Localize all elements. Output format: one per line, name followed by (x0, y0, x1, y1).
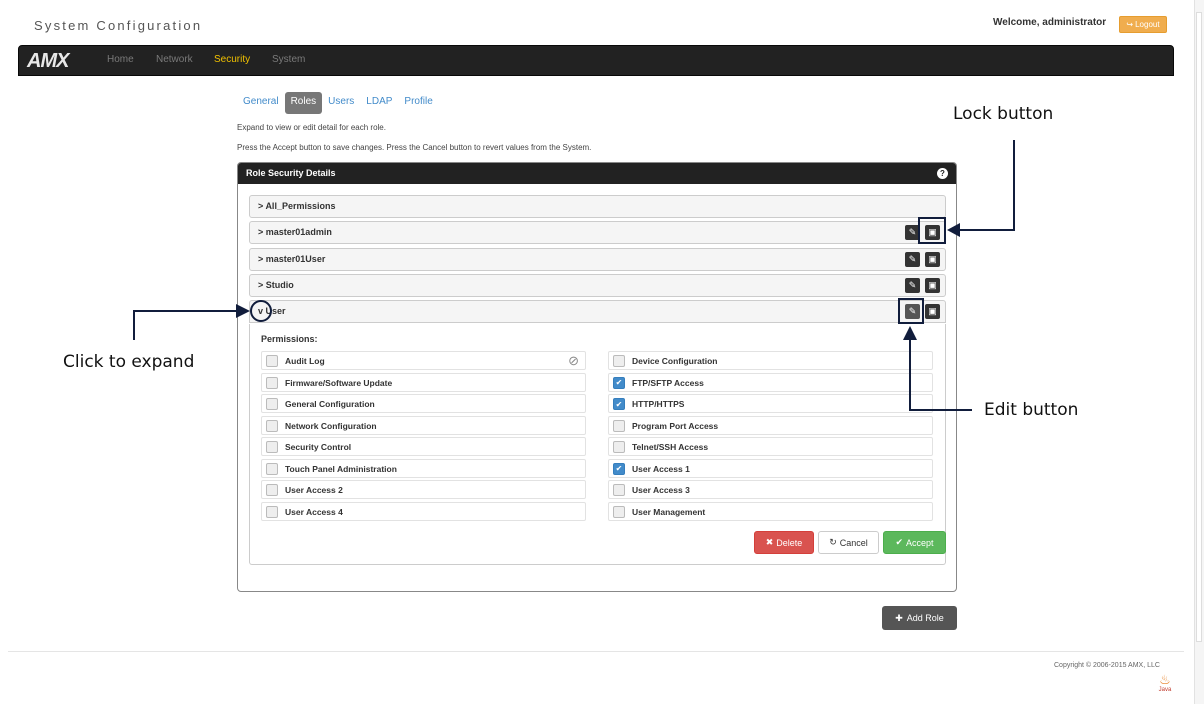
lock-annotation-label: Lock button (953, 104, 1054, 124)
edit-highlight-box (898, 298, 924, 324)
expand-annotation-label: Click to expand (63, 352, 195, 372)
lock-highlight-box (918, 217, 946, 244)
expand-highlight-circle (250, 300, 272, 322)
lock-arrow-head (947, 223, 960, 237)
edit-annotation-label: Edit button (984, 400, 1079, 420)
expand-arrow-head (236, 304, 250, 318)
edit-arrow-line (909, 340, 972, 411)
lock-arrow-line (958, 140, 1015, 231)
expand-arrow-line (133, 310, 236, 340)
edit-arrow-head (903, 326, 917, 340)
